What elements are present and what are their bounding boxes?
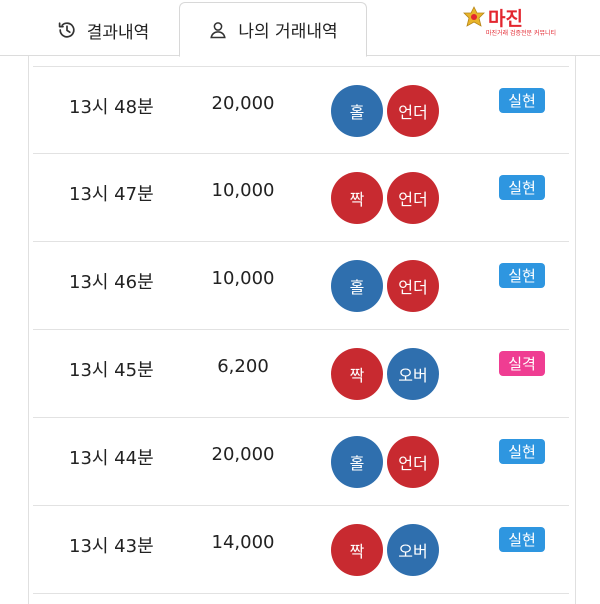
pick-ball-over-under: 오버 <box>387 348 439 400</box>
trade-amount: 20,000 <box>211 93 275 114</box>
tab-results-label: 결과내역 <box>86 22 150 43</box>
pick-ball-over-under: 언더 <box>387 260 439 312</box>
pick-ball-odd-even: 홀 <box>331 436 383 488</box>
result-badge: 실현 <box>499 175 545 200</box>
pick-ball-odd-even: 홀 <box>331 260 383 312</box>
brand-tagline: 마진거래 검증전문 커뮤니티 <box>486 30 557 37</box>
user-icon <box>208 20 228 40</box>
trade-time: 13시 45분 <box>69 360 154 381</box>
trade-time: 13시 43분 <box>69 536 154 557</box>
result-badge: 실현 <box>499 263 545 288</box>
trade-time: 13시 44분 <box>69 448 154 469</box>
trade-amount: 10,000 <box>211 180 275 201</box>
trade-amount: 14,000 <box>211 532 275 553</box>
trade-row: 13시 47분 10,000 짝 언더 실현 <box>33 154 569 242</box>
trade-time: 13시 46분 <box>69 272 154 293</box>
result-badge: 실현 <box>499 527 545 552</box>
trade-time: 13시 48분 <box>69 97 154 118</box>
pick-ball-odd-even: 짝 <box>331 524 383 576</box>
trade-amount: 6,200 <box>217 356 269 377</box>
brand-name: 마진 <box>488 8 523 30</box>
trade-amount: 10,000 <box>211 268 275 289</box>
tab-my-trades-label: 나의 거래내역 <box>238 22 338 42</box>
pick-ball-odd-even: 짝 <box>331 348 383 400</box>
list-divider <box>33 594 569 604</box>
history-icon <box>57 20 77 40</box>
pick-ball-over-under: 언더 <box>387 172 439 224</box>
tab-results[interactable]: 결과내역 <box>28 4 178 56</box>
trade-time: 13시 47분 <box>69 184 154 205</box>
brand-logo: 마진 마진거래 검증전문 커뮤니티 <box>462 4 578 38</box>
pick-ball-odd-even: 홀 <box>331 85 383 137</box>
result-badge: 실현 <box>499 88 545 113</box>
trade-row: 13시 44분 20,000 홀 언더 실현 <box>33 418 569 506</box>
trade-row: 13시 48분 20,000 홀 언더 실현 <box>33 66 569 154</box>
result-badge: 실현 <box>499 439 545 464</box>
result-badge: 실격 <box>499 351 545 376</box>
trade-row: 13시 45분 6,200 짝 오버 실격 <box>33 330 569 418</box>
trade-row: 13시 46분 10,000 홀 언더 실현 <box>33 242 569 330</box>
trade-history-list: 13시 48분 20,000 홀 언더 실현 13시 47분 10,000 짝 언더 실현 13시 … <box>28 56 576 604</box>
pick-ball-over-under: 언더 <box>387 436 439 488</box>
pick-ball-over-under: 오버 <box>387 524 439 576</box>
trade-amount: 20,000 <box>211 444 275 465</box>
emblem-icon <box>462 6 486 32</box>
tab-my-trades[interactable]: 나의 거래내역 <box>179 2 367 57</box>
pick-ball-odd-even: 짝 <box>331 172 383 224</box>
trade-row: 13시 43분 14,000 짝 오버 실현 <box>33 506 569 594</box>
pick-ball-over-under: 언더 <box>387 85 439 137</box>
